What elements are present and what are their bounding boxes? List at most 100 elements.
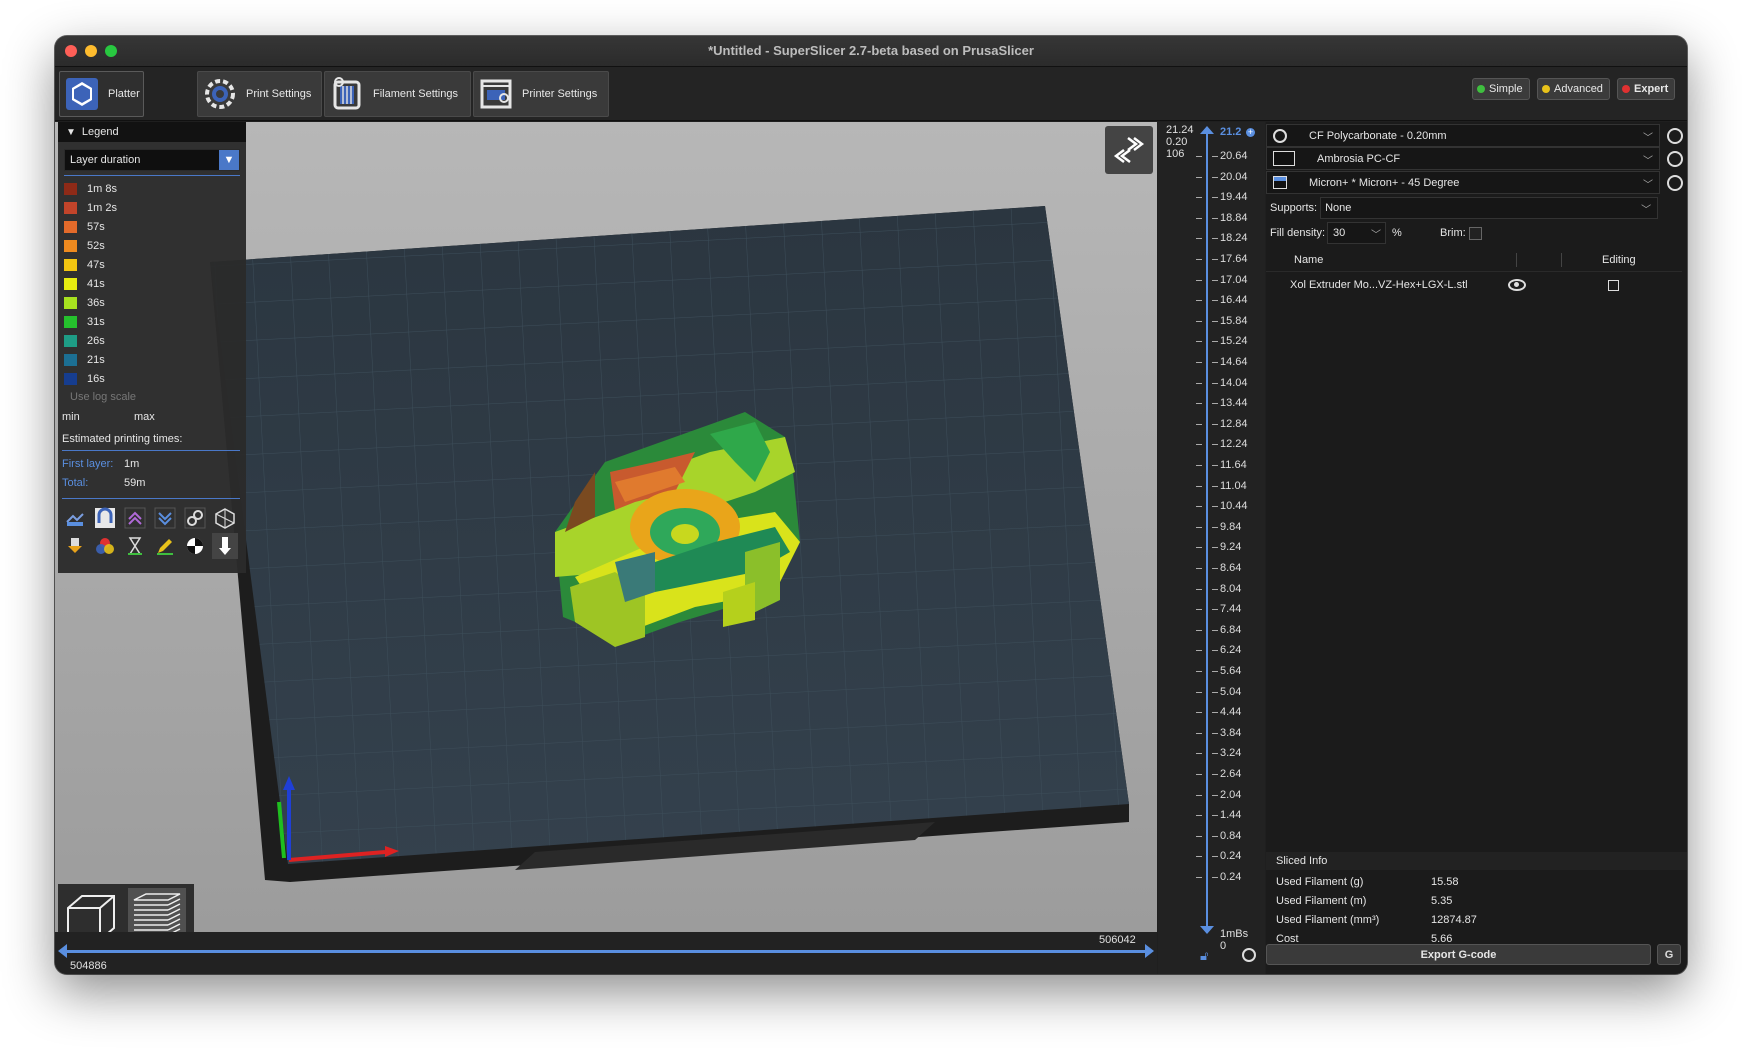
tab-print-settings[interactable]: Print Settings <box>197 71 322 117</box>
first-layer-value: 1m <box>124 457 140 470</box>
add-color-change-icon[interactable]: + <box>1246 128 1255 137</box>
view-type-select[interactable]: Layer duration ▼ <box>64 149 240 171</box>
tick-mark <box>1212 259 1218 260</box>
center-of-gravity-icon[interactable] <box>182 533 208 559</box>
collapse-sidebar-button[interactable] <box>1105 126 1153 174</box>
legend-item-label: 36s <box>87 296 105 309</box>
legend-item: 36s <box>58 293 246 312</box>
custom-gcodes-icon[interactable] <box>152 533 178 559</box>
legend-item: 26s <box>58 331 246 350</box>
legend-item-label: 21s <box>87 353 105 366</box>
tick-label: 5.64 <box>1220 665 1242 677</box>
printer-profile-value: Micron+ * Micron+ - 45 Degree <box>1309 176 1460 189</box>
tick-label: 9.24 <box>1220 541 1242 554</box>
mode-advanced-button[interactable]: Advanced <box>1537 78 1610 100</box>
filament-spool-icon <box>327 74 367 114</box>
tick-mark <box>1196 485 1202 487</box>
print-profile-settings-icon[interactable] <box>1667 128 1683 144</box>
printer-profile-combo[interactable]: Micron+ * Micron+ - 45 Degree ﹀ <box>1266 171 1660 194</box>
tick-label: 8.04 <box>1220 582 1242 595</box>
column-name-header[interactable]: Name <box>1294 254 1516 266</box>
top-thumb-value: 21.2 <box>1220 126 1242 138</box>
filament-profile-settings-icon[interactable] <box>1667 151 1683 167</box>
mode-simple-button[interactable]: Simple <box>1472 78 1530 100</box>
layer-height-top: 21.24 <box>1166 124 1194 136</box>
brim-checkbox[interactable] <box>1468 226 1482 240</box>
shells-icon[interactable] <box>212 505 238 531</box>
color-changes-icon[interactable] <box>92 533 118 559</box>
export-gcode-button[interactable]: Export G-code <box>1266 944 1651 965</box>
tab-filament-settings[interactable]: Filament Settings <box>324 71 471 117</box>
tick-label: 19.44 <box>1220 191 1248 204</box>
filament-profile-combo[interactable]: Ambrosia PC-CF ﹀ <box>1266 147 1660 170</box>
legend-header[interactable]: ▼ Legend <box>58 122 246 142</box>
vertical-slider-bottom-thumb[interactable] <box>1200 926 1214 934</box>
send-gcode-icon[interactable]: G <box>1657 944 1681 965</box>
horizontal-slider-left-thumb[interactable] <box>58 944 67 958</box>
tick-label: 6.84 <box>1220 623 1242 636</box>
tick-label: 13.44 <box>1220 397 1248 410</box>
tick-label: 11.04 <box>1220 479 1247 492</box>
retractions-icon[interactable] <box>122 505 148 531</box>
chevron-down-icon: ﹀ <box>1643 180 1653 191</box>
travel-moves-icon[interactable] <box>62 505 88 531</box>
deretractions-icon[interactable] <box>152 505 178 531</box>
legend-item-label: 1m 2s <box>87 201 117 214</box>
tick-label: 5.04 <box>1220 685 1242 698</box>
eye-visibility-icon[interactable] <box>1508 279 1526 291</box>
vertical-slider-top-thumb[interactable] <box>1200 126 1214 134</box>
tick-mark <box>1196 279 1202 281</box>
legend-title: Legend <box>81 126 119 138</box>
total-value: 59m <box>124 476 146 489</box>
tick-label: 17.04 <box>1220 273 1248 286</box>
tick-mark <box>1196 197 1202 199</box>
tick-label: 0.84 <box>1220 829 1242 842</box>
slider-settings-gear-icon[interactable] <box>1242 948 1256 962</box>
tool-marker-icon[interactable] <box>212 533 238 559</box>
filament-color-swatch-icon <box>1273 151 1295 166</box>
tick-mark <box>1196 300 1202 302</box>
tick-mark <box>1212 341 1218 343</box>
printer-icon <box>476 74 516 114</box>
edit-object-icon[interactable] <box>1608 279 1619 291</box>
supports-label: Supports: <box>1270 202 1318 214</box>
legend-color-swatch <box>64 353 77 366</box>
tick-mark <box>1212 506 1218 508</box>
tick-mark <box>1196 671 1202 672</box>
vertical-slider-track[interactable] <box>1206 130 1208 928</box>
legend-item: 21s <box>58 350 246 369</box>
tick-mark <box>1196 547 1202 549</box>
lock-icon[interactable]: 🔓︎ <box>1200 948 1208 964</box>
printer-profile-settings-icon[interactable] <box>1667 175 1683 191</box>
tick-mark <box>1196 423 1202 425</box>
tick-mark <box>1212 588 1218 590</box>
tick-mark <box>1212 774 1218 775</box>
main-toolbar: Platter Print Settings Filament Settings… <box>55 67 1687 121</box>
tab-platter[interactable]: Platter <box>59 71 144 117</box>
tab-filament-settings-label: Filament Settings <box>373 88 458 100</box>
tick-mark <box>1212 279 1218 281</box>
seams-icon[interactable] <box>182 505 208 531</box>
legend-item-label: 16s <box>87 372 105 385</box>
horizontal-slider-track[interactable] <box>65 950 1151 953</box>
fill-density-unit: % <box>1392 227 1402 239</box>
pause-prints-icon[interactable] <box>122 533 148 559</box>
horizontal-slider-right-thumb[interactable] <box>1145 944 1154 958</box>
mode-expert-button[interactable]: Expert <box>1617 78 1676 100</box>
legend-item: 16s <box>58 369 246 388</box>
wipe-icon[interactable] <box>92 505 118 531</box>
tick-mark <box>1196 712 1202 714</box>
fill-density-input[interactable]: 30 ﹀ <box>1327 222 1387 244</box>
object-row[interactable]: Xol Extruder Mo...VZ-Hex+LGX-L.stl <box>1266 274 1682 296</box>
print-profile-combo[interactable]: CF Polycarbonate - 0.20mm ﹀ <box>1266 124 1660 147</box>
column-editing-header[interactable]: Editing <box>1602 254 1636 266</box>
tab-printer-settings[interactable]: Printer Settings <box>473 71 609 117</box>
filament-profile-value: Ambrosia PC-CF <box>1317 152 1401 165</box>
sliced-info-value: 5.35 <box>1431 894 1453 907</box>
tool-changes-icon[interactable] <box>62 533 88 559</box>
layer-number-top: 106 <box>1166 148 1185 160</box>
printer-profile-icon <box>1273 176 1287 189</box>
log-scale-checkbox[interactable]: Use log scale <box>58 388 246 406</box>
supports-select[interactable]: None ﹀ <box>1320 197 1659 219</box>
tick-label: 11.64 <box>1220 459 1247 471</box>
